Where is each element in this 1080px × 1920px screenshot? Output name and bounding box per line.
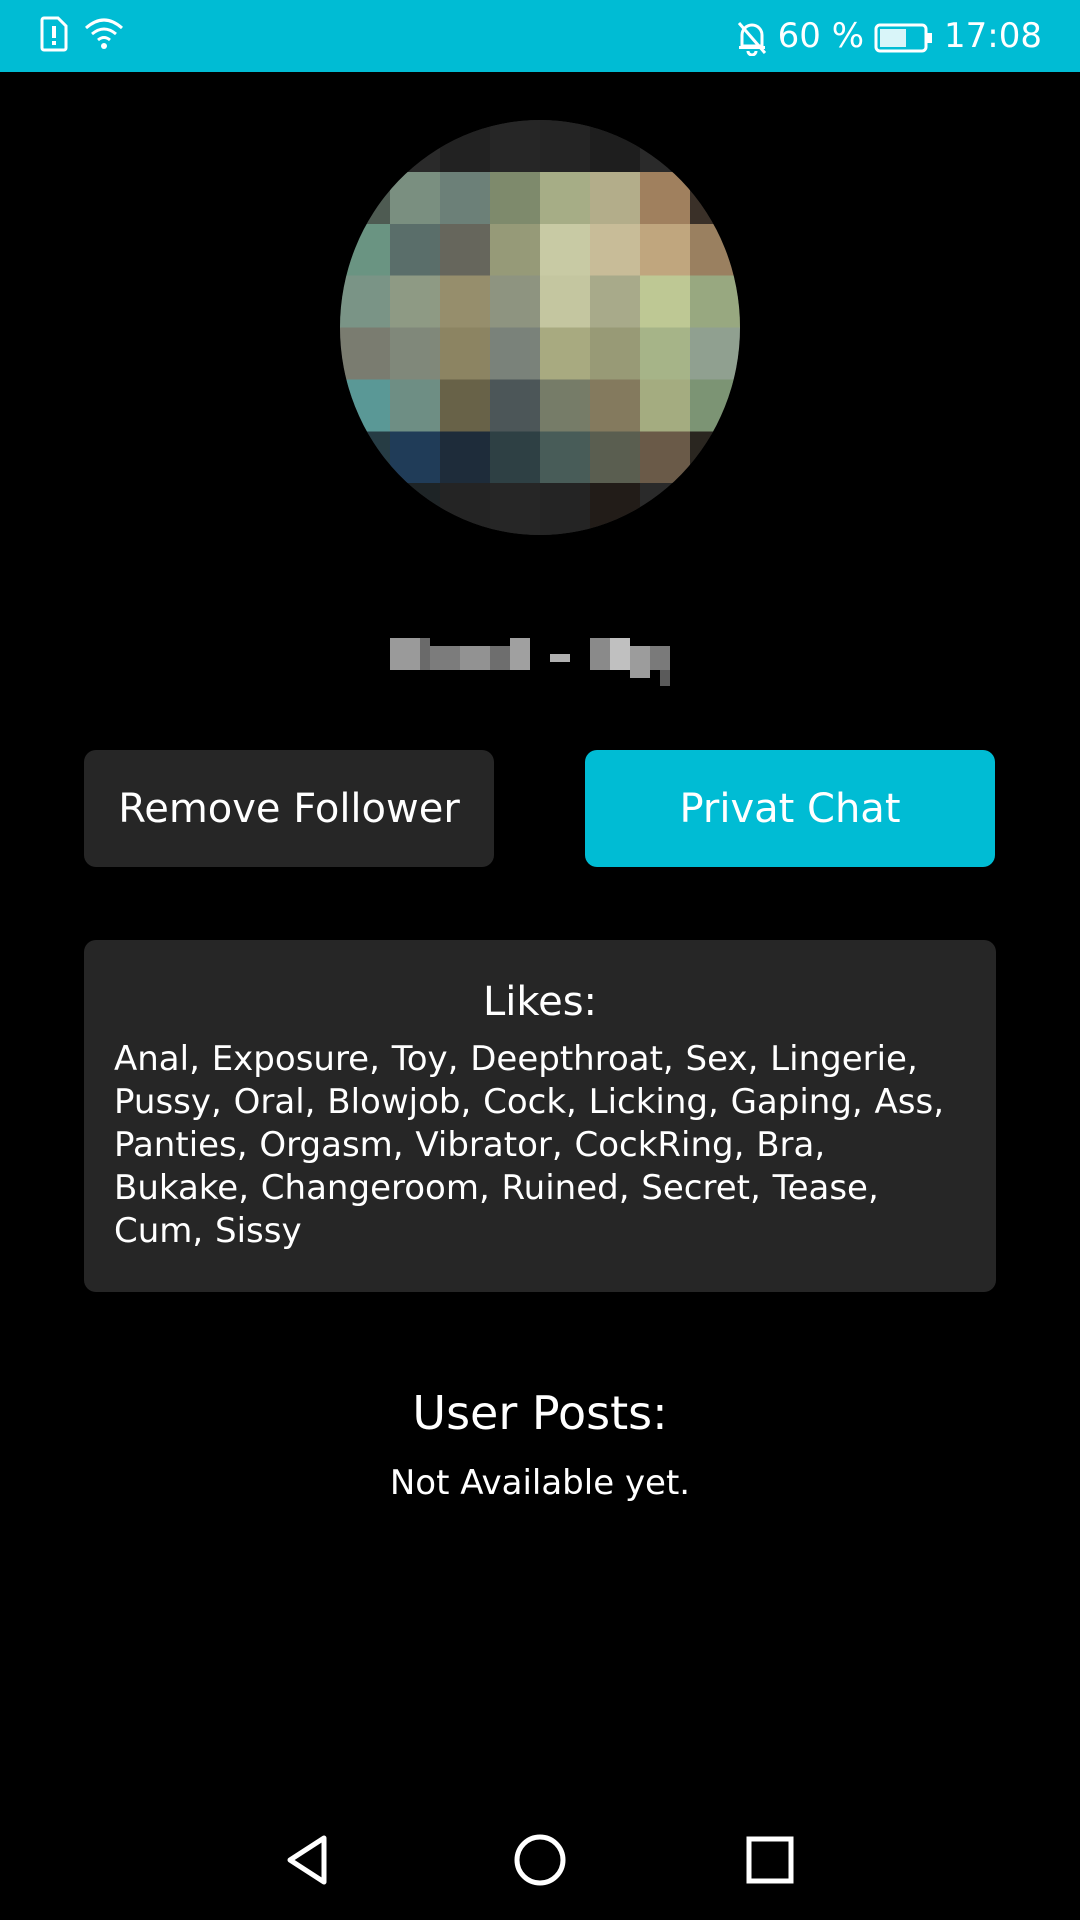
user-posts-status: Not Available yet. (389, 1463, 691, 1503)
remove-follower-button[interactable]: Remove Follower (84, 750, 494, 867)
sim-alert-icon (40, 16, 68, 56)
avatar (340, 120, 740, 535)
wifi-icon (84, 16, 124, 56)
user-posts-title: User Posts: (412, 1386, 668, 1440)
username-blurred (380, 630, 700, 686)
home-icon[interactable] (508, 1828, 572, 1892)
likes-title: Likes: (482, 979, 598, 1025)
remove-follower-label: Remove Follower (118, 785, 460, 832)
privat-chat-label: Privat Chat (679, 785, 901, 832)
recents-icon[interactable] (738, 1828, 802, 1892)
notifications-off-icon (736, 12, 768, 60)
back-icon[interactable] (276, 1828, 340, 1892)
status-left (40, 16, 124, 56)
privat-chat-button[interactable]: Privat Chat (585, 750, 995, 867)
battery-percent: 60 % (777, 16, 865, 56)
status-right: 60 % 17:08 (736, 12, 1042, 60)
navigation-bar (0, 1800, 1080, 1920)
status-bar: 60 % 17:08 (0, 0, 1080, 72)
likes-list: Anal, Exposure, Toy, Deepthroat, Sex, Li… (114, 1039, 945, 1251)
battery-icon (874, 12, 934, 60)
clock: 17:08 (944, 16, 1042, 56)
likes-card: Likes: Anal, Exposure, Toy, Deepthroat, … (84, 940, 996, 1292)
